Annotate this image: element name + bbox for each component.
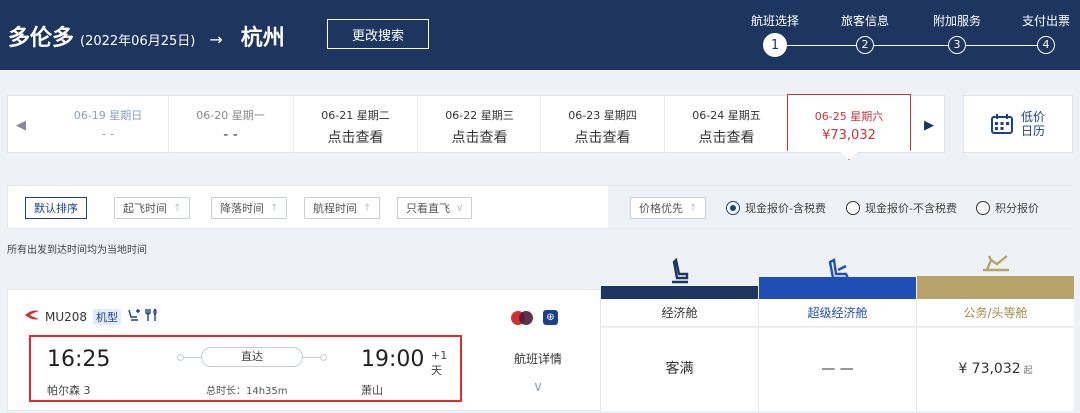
business-cabin-header [917,250,1074,299]
step-payment: 支付出票 4 [1011,12,1080,54]
low-price-calendar-button[interactable]: 低价 日历 [963,95,1073,153]
total-duration: 总时长：14h35m [206,386,288,397]
direct-only-dropdown[interactable]: 只看直飞 ∨ [397,197,473,219]
date-option-0619: 06-19 星期日 - - [73,109,143,141]
price-options: 价格优先 ↑ 现金报价-含税费 现金报价-不含税费 积分报价 [608,186,1074,228]
step-number: 4 [1037,36,1055,54]
radio-indicator [846,201,860,215]
date-option-0625-selected[interactable]: 06-25 星期六 ¥73,032 [787,94,911,160]
mastercard-icon [511,310,533,325]
business-fare-cell[interactable]: ¥ 73,032 起 [917,328,1074,411]
partner-badges: ⊕ [511,310,558,325]
booking-steps: 航班选择 1 旅客信息 2 附加服务 3 支付出票 4 [740,0,1080,70]
prev-dates-icon[interactable]: ◀ [8,96,34,154]
sort-arrival-button[interactable]: 降落时间 ↑ [211,197,288,219]
fare-from-label: 起 [1023,366,1033,376]
route-end-dot [320,354,327,361]
next-day-indicator: +1 天 [431,349,448,377]
flight-info-row: MU208 机型 [24,308,163,325]
premium-economy-label: 超级经济舱 [759,299,916,327]
radio-points-price[interactable]: 积分报价 [976,200,1039,216]
origin-city: 多伦多 [8,26,75,51]
route-arrow-icon: → [209,30,223,49]
economy-fare-cell: 客满 [601,328,758,411]
chevron-down-icon: ∨ [456,202,464,214]
radio-indicator [726,201,740,215]
departure-airport: 帕尔森 3 [47,384,91,397]
local-time-note: 所有出发到达时间均为当地时间 [7,245,147,256]
sort-duration-button[interactable]: 航程时间 ↑ [304,197,381,219]
step-number: 1 [763,33,787,57]
route-summary: 多伦多 (2022年06月25日) → 杭州 [8,20,285,52]
steps-connector [773,45,1047,46]
business-fare-price[interactable]: ¥ 73,032 [958,361,1020,377]
premium-economy-cabin-header [759,250,916,299]
step-extra-services: 附加服务 3 [922,12,992,54]
calendar-icon [990,114,1013,134]
date-option-0620: 06-20 星期一 - - [168,96,292,154]
date-option-0624[interactable]: 06-24 星期五 点击查看 [664,96,788,154]
calendar-label: 低价 日历 [1020,110,1045,138]
sort-departure-button[interactable]: 起飞时间 ↑ [114,197,191,219]
business-color-bar [917,276,1074,299]
price-first-button[interactable]: 价格优先 ↑ [630,197,707,219]
departure-time: 16:25 [47,347,111,372]
premium-economy-fare-status: — — [821,361,854,377]
premium-economy-fare-cell: — — [759,328,916,411]
radio-indicator [976,201,990,215]
step-number: 2 [856,36,874,54]
economy-label: 经济舱 [601,299,758,327]
next-dates-icon[interactable]: ▶ [916,96,942,154]
globe-icon: ⊕ [543,310,558,325]
seat-pitch-icon [127,308,141,325]
sort-up-icon: ↑ [363,202,372,214]
sort-up-icon: ↑ [689,202,698,214]
destination-city: 杭州 [240,26,285,51]
route-start-dot [177,354,184,361]
radio-cash-excl-tax[interactable]: 现金报价-不含税费 [846,200,957,216]
seat-icon [601,250,758,286]
column-divider [916,299,917,411]
flatbed-seat-icon [917,250,1074,276]
date-selector: ◀ 06-19 星期日 - - 06-20 星期一 - - 06-21 星期二 … [7,94,945,160]
flight-number: MU208 [45,309,88,324]
meal-icon [145,308,159,325]
flight-schedule-highlight: 16:25 帕尔森 3 直达 总时长：14h35m 19:00 +1 天 萧山 [29,335,462,402]
direct-flight-badge: 直达 [201,347,303,367]
radio-cash-incl-tax[interactable]: 现金报价-含税费 [726,200,826,216]
step-passenger-info: 旅客信息 2 [830,12,900,54]
change-search-button[interactable]: 更改搜索 [327,19,429,49]
sort-up-icon: ↑ [173,202,182,214]
business-first-label: 公务/头等舱 [917,299,1074,327]
aircraft-type-tag[interactable]: 机型 [93,308,122,325]
economy-color-bar [601,286,758,299]
top-header: 多伦多 (2022年06月25日) → 杭州 更改搜索 航班选择 1 旅客信息 … [0,0,1080,70]
date-option-0621[interactable]: 06-21 星期二 点击查看 [293,96,417,154]
column-divider [758,299,759,411]
economy-cabin-header [601,250,758,299]
chevron-down-icon: ∨ [532,379,544,395]
flight-details-toggle[interactable]: 航班详情 ∨ [512,350,564,395]
arrival-airport: 萧山 [361,384,383,397]
step-flight-selection: 航班选择 1 [740,12,810,57]
date-option-0622[interactable]: 06-22 星期三 点击查看 [417,96,541,154]
date-option-0623[interactable]: 06-23 星期四 点击查看 [540,96,664,154]
economy-fare-status: 客满 [665,361,694,377]
airline-logo-icon [24,309,40,325]
sort-filter-bar: 默认排序 起飞时间 ↑ 降落时间 ↑ 航程时间 ↑ 只看直飞 ∨ 价格优先 ↑ 现金报价-… [7,185,1074,229]
arrival-time: 19:00 [361,347,425,372]
flight-result-card: MU208 机型 ⊕ 16:25 帕尔森 3 直达 总时长：14h35m 19:… [7,289,601,411]
default-sort-button[interactable]: 默认排序 [25,197,87,219]
sort-up-icon: ↑ [270,202,279,214]
step-number: 3 [948,36,966,54]
travel-date: (2022年06月25日) [80,34,196,49]
